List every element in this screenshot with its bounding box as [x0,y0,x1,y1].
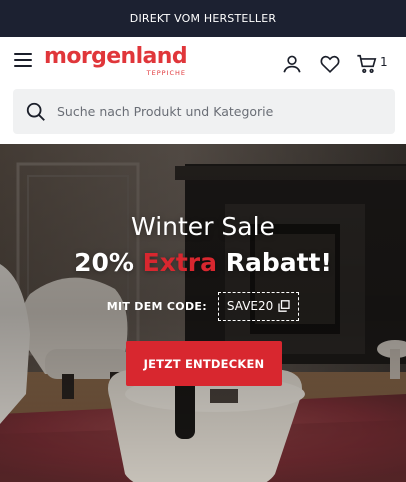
brand-subtitle: TEPPICHE [146,69,186,77]
announcement-text: DIREKT VOM HERSTELLER [129,12,277,25]
hero-title-line2: 20% Extra Rabatt! [0,246,406,280]
search-input[interactable]: Suche nach Produkt und Kategorie [13,89,395,134]
hero-title-extra: Extra [142,248,217,277]
copy-icon[interactable] [278,300,290,312]
promo-code-row: MIT DEM CODE: SAVE20 [0,291,406,321]
cart-icon[interactable] [356,53,378,75]
promo-code-label: MIT DEM CODE: [106,299,207,313]
search-placeholder: Suche nach Produkt und Kategorie [57,104,274,119]
search-icon[interactable] [25,101,47,123]
brand-name: morgenland [44,44,188,69]
announcement-bar: DIREKT VOM HERSTELLER [0,0,406,37]
hero-banner[interactable]: Winter Sale 20% Extra Rabatt! MIT DEM CO… [0,144,406,482]
hero-title-line1: Winter Sale [131,212,275,241]
hero-title-discount: 20% [74,248,143,277]
menu-icon[interactable] [14,53,32,67]
heart-icon[interactable] [319,53,341,75]
site-header: morgenland TEPPICHE 1 [0,37,406,89]
brand-logo[interactable]: morgenland TEPPICHE [44,45,194,79]
hero-title-rabatt: Rabatt! [217,248,332,277]
user-icon[interactable] [281,53,303,75]
promo-code-value: SAVE20 [226,299,274,313]
promo-code-box[interactable]: SAVE20 [217,291,300,321]
cart-count-badge[interactable]: 1 [380,55,388,69]
discover-button[interactable]: JETZT ENTDECKEN [126,341,282,386]
